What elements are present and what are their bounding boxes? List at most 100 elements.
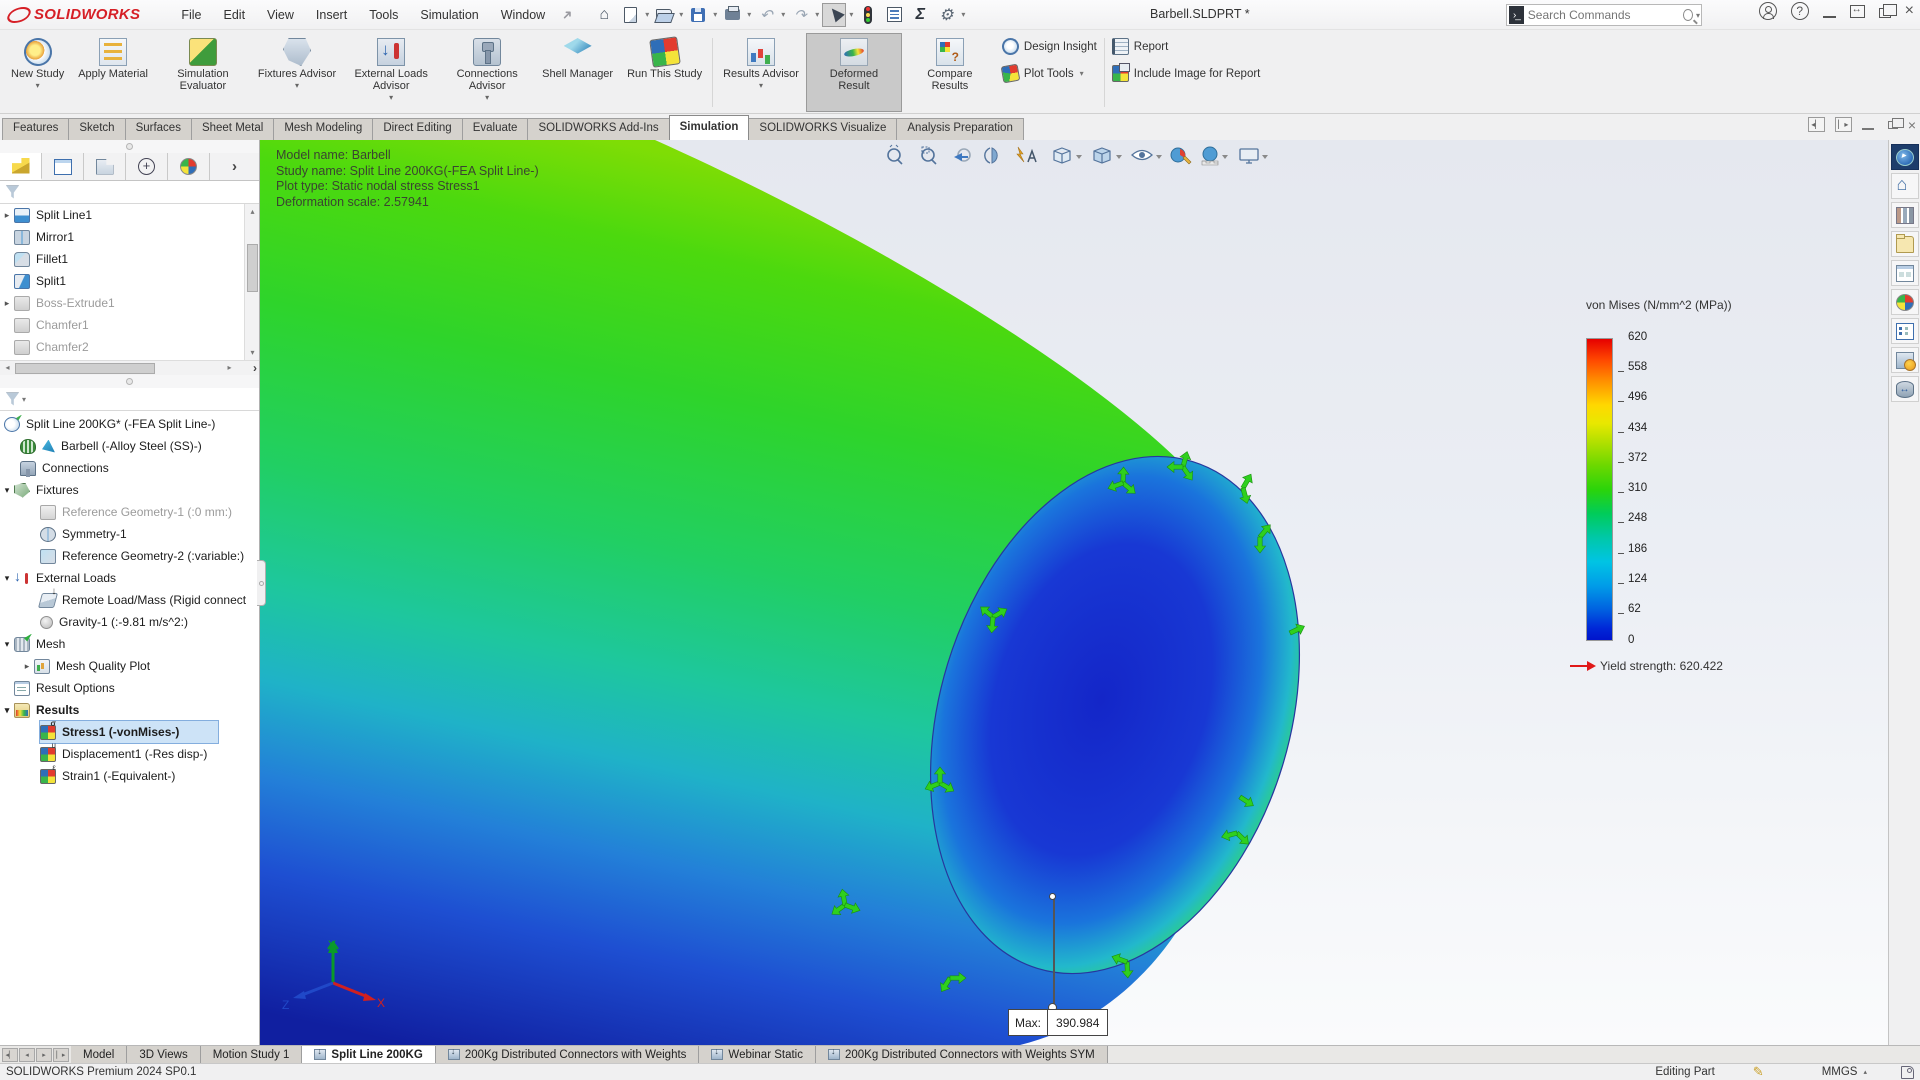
configuration-manager-tab[interactable] [84,153,126,180]
study-item-part[interactable]: Barbell (-Alloy Steel (SS)-) [20,435,259,457]
study-item-mesh[interactable]: Mesh [0,633,259,655]
run-this-study-button[interactable]: Run This Study [620,33,709,112]
expander-icon[interactable] [0,210,14,221]
doc-restore-button[interactable] [1888,121,1898,129]
open-button[interactable] [652,3,676,27]
expander-icon[interactable] [0,639,14,650]
deformed-result-button[interactable]: Deformed Result [806,33,902,112]
menu-edit[interactable]: Edit [213,4,257,26]
edit-appearance-icon[interactable] [1171,148,1191,164]
next-tab-button[interactable] [36,1048,52,1062]
study-item-external-loads[interactable]: External Loads [0,567,259,589]
save-caret-icon[interactable] [713,10,717,19]
tab-solidworks-add-ins[interactable]: SOLIDWORKS Add-Ins [527,118,669,140]
tab-sketch[interactable]: Sketch [68,118,125,140]
new-caret-icon[interactable] [645,10,649,19]
dynamic-annotation-icon[interactable] [1017,147,1036,162]
expander-icon[interactable] [0,573,14,584]
tab-mesh-modeling[interactable]: Mesh Modeling [273,118,373,140]
section-view-icon[interactable] [985,148,997,163]
restore-window-button[interactable] [1879,8,1891,18]
undo-button[interactable] [754,3,778,27]
view-settings-icon[interactable] [1240,149,1258,163]
apply-material-button[interactable]: Apply Material [71,33,155,112]
study-item-results[interactable]: Results [0,699,259,721]
tab-webinar-static[interactable]: Webinar Static [699,1046,816,1063]
apply-scene-caret-icon[interactable] [1222,155,1228,159]
panel-splitter-middle[interactable] [0,375,259,388]
panel-flyout-handle[interactable] [257,560,266,606]
tab-sheet-metal[interactable]: Sheet Metal [191,118,274,140]
dimxpert-manager-tab[interactable] [126,153,168,180]
expander-icon[interactable] [20,661,34,672]
zoom-to-area-icon[interactable] [922,147,936,164]
search-input[interactable] [1528,8,1683,22]
property-manager-tab[interactable] [42,153,84,180]
tree-item-fillet1[interactable]: Fillet1 [0,248,259,270]
previous-view-icon[interactable] [954,149,970,161]
report-button[interactable]: Report [1112,38,1261,55]
plot-tools-button[interactable]: Plot Tools [1002,65,1097,82]
study-item-connections[interactable]: Connections [20,457,259,479]
select-caret-icon[interactable] [849,10,853,19]
include-image-for-report-button[interactable]: Include Image for Report [1112,65,1261,82]
doc-minimize-button[interactable] [1862,120,1874,130]
last-tab-button[interactable] [53,1048,69,1062]
tab-3d-views[interactable]: 3D Views [127,1046,200,1063]
study-item-gravity[interactable]: Gravity-1 (:-9.81 m/s^2:) [40,611,259,633]
view-orientation-icon[interactable] [1054,148,1070,163]
study-item-displacement1[interactable]: Displacement1 (-Res disp-) [40,743,259,765]
collapse-right-pane-button[interactable] [1835,117,1852,132]
open-caret-icon[interactable] [679,10,683,19]
tab-evaluate[interactable]: Evaluate [462,118,529,140]
redo-button[interactable] [788,3,812,27]
fixtures-advisor-button[interactable]: Fixtures Advisor [251,33,343,112]
units-caret-icon[interactable] [1863,1068,1867,1076]
connections-advisor-caret-icon[interactable] [485,93,489,102]
tree-item-mirror1[interactable]: Mirror1 [0,226,259,248]
search-caret-icon[interactable] [1696,11,1700,20]
tree-item-split1[interactable]: Split1 [0,270,259,292]
pin-menu-icon[interactable] [562,7,578,23]
study-item-remote-load[interactable]: Remote Load/Mass (Rigid connect [40,589,259,611]
study-item-stress1[interactable]: Stress1 (-vonMises-) [40,721,218,743]
tab-split-line-200kg[interactable]: Split Line 200KG [302,1046,435,1063]
graphics-viewport[interactable]: Model name: Barbell Study name: Split Li… [260,140,1888,1045]
shell-manager-button[interactable]: Shell Manager [535,33,620,112]
menu-insert[interactable]: Insert [305,4,358,26]
print-button[interactable] [720,3,744,27]
scroll-right-icon[interactable] [222,361,237,376]
tab-motion-study-1[interactable]: Motion Study 1 [201,1046,303,1063]
study-item-symmetry-1[interactable]: Symmetry-1 [40,523,259,545]
display-manager-tab[interactable] [168,153,210,180]
expander-icon[interactable] [0,485,14,496]
doc-close-button[interactable] [1908,120,1916,130]
close-window-button[interactable] [1905,2,1914,20]
appearances-scenes-button[interactable] [1891,289,1919,315]
tab-model[interactable]: Model [71,1046,127,1063]
tree-item-chamfer1[interactable]: Chamfer1 [0,314,259,336]
tab-200kg-distributed-connectors-sym[interactable]: 200Kg Distributed Connectors with Weight… [816,1046,1108,1063]
search-icon[interactable] [1683,9,1693,21]
expander-icon[interactable] [0,298,14,309]
redo-caret-icon[interactable] [815,10,819,19]
simulation-evaluator-button[interactable]: Simulation Evaluator [155,33,251,112]
first-tab-button[interactable] [2,1048,18,1062]
previous-tab-button[interactable] [19,1048,35,1062]
save-button[interactable] [686,3,710,27]
select-tool-button[interactable] [822,3,846,27]
scrollbar-thumb[interactable] [247,244,258,292]
feature-tree-horizontal-scrollbar[interactable] [0,360,259,375]
tab-analysis-preparation[interactable]: Analysis Preparation [896,118,1023,140]
feature-tree-vertical-scrollbar[interactable] [244,204,259,360]
view-settings-caret-icon[interactable] [1262,155,1268,159]
units-selector[interactable]: MMGS [1822,1066,1858,1078]
fixtures-advisor-caret-icon[interactable] [295,81,299,90]
custom-properties-button[interactable] [1891,318,1919,344]
study-item-reference-geometry-1[interactable]: Reference Geometry-1 (:0 mm:) [40,501,259,523]
menu-window[interactable]: Window [490,4,556,26]
scrollbar-thumb[interactable] [15,363,155,374]
print-caret-icon[interactable] [747,10,751,19]
tree-overflow-icon[interactable] [253,361,257,375]
display-style-caret-icon[interactable] [1116,155,1122,159]
